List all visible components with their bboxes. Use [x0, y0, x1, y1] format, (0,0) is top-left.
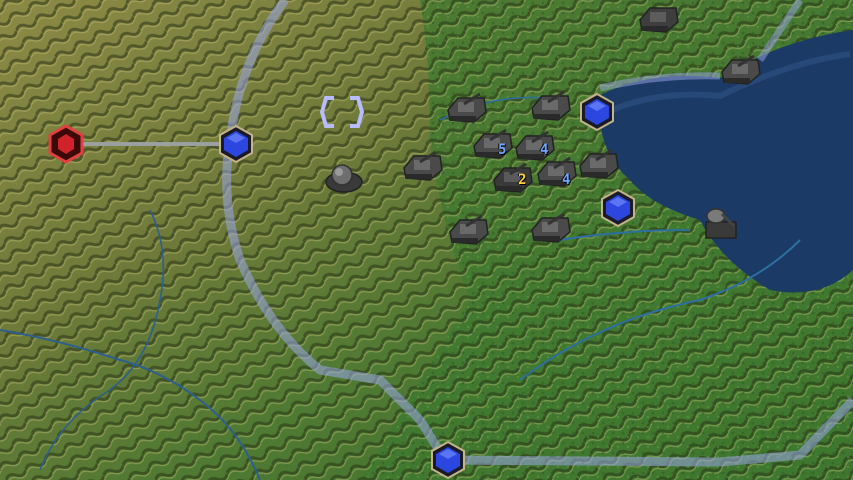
tank-unit-icon[interactable]	[534, 154, 580, 192]
unit-count-label: 4	[562, 172, 571, 188]
tank-unit-icon[interactable]	[528, 88, 574, 126]
tank-unit-icon[interactable]	[576, 146, 622, 184]
allied-node-lake-south[interactable]	[598, 188, 638, 228]
selection-cursor[interactable]	[319, 94, 365, 130]
allied-node-south[interactable]	[428, 440, 468, 480]
hex-blue-icon	[601, 188, 635, 228]
unit-count-label: 5	[498, 142, 507, 158]
tactical-map[interactable]: 5 4 2 4	[0, 0, 853, 480]
hex-blue-icon	[219, 124, 253, 164]
tank-unit-icon[interactable]	[528, 210, 574, 248]
selection-bracket-icon	[319, 96, 365, 128]
unit-count-label: 2	[518, 172, 527, 188]
hex-blue-icon	[580, 92, 614, 132]
tank-unit-icon[interactable]	[444, 90, 490, 128]
tank-unit-icon[interactable]	[470, 126, 516, 164]
tank-unit-icon[interactable]	[446, 212, 492, 250]
tank-unit-icon[interactable]	[636, 0, 682, 38]
unit-count-label: 4	[540, 142, 549, 158]
hex-red-icon	[48, 124, 84, 164]
allied-node-lake-north[interactable]	[577, 92, 617, 132]
tank-unit-icon[interactable]	[718, 52, 764, 90]
radar-unit-icon[interactable]	[322, 158, 368, 196]
enemy-base-west[interactable]	[46, 124, 86, 164]
hex-blue-icon	[431, 440, 465, 480]
allied-node-west[interactable]	[216, 124, 256, 164]
radar-unit-icon[interactable]	[698, 204, 744, 242]
tank-unit-icon[interactable]	[400, 148, 446, 186]
tank-unit-icon[interactable]	[490, 160, 536, 198]
